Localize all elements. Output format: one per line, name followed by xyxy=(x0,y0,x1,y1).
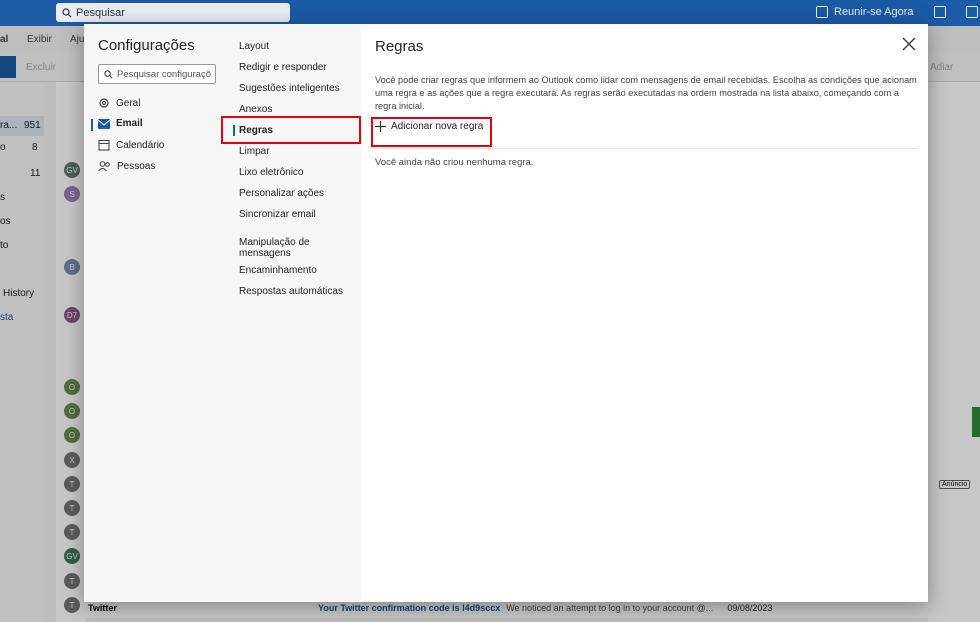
top-bar: Pesquisar Reunir-se Agora xyxy=(0,0,980,26)
category-label: Email xyxy=(116,118,143,129)
search-icon xyxy=(104,69,113,78)
subsection-attachments[interactable]: Anexos xyxy=(239,104,272,115)
settings-categories-pane: Configurações Pesquisar configuraçõ Gera… xyxy=(84,24,228,602)
global-search-box[interactable]: Pesquisar xyxy=(56,3,290,22)
selected-indicator xyxy=(91,119,93,131)
global-search-placeholder: Pesquisar xyxy=(76,6,125,19)
settings-subsections-pane: Layout Redigir e responder Sugestões int… xyxy=(228,24,361,602)
category-label: Geral xyxy=(116,97,141,109)
divider xyxy=(371,148,917,149)
highlight-box-rules xyxy=(221,116,361,144)
pane-title: Regras xyxy=(375,38,424,55)
meet-now-label: Reunir-se Agora xyxy=(834,6,914,18)
rules-pane: Regras Você pode criar regras que inform… xyxy=(361,24,928,602)
category-label: Pessoas xyxy=(117,160,156,172)
settings-search-placeholder: Pesquisar configuraçõ xyxy=(117,68,211,80)
subsection-automatic-replies[interactable]: Respostas automáticas xyxy=(239,286,343,297)
category-general[interactable]: Geral xyxy=(98,97,140,109)
category-email[interactable]: Email xyxy=(98,118,143,129)
settings-dialog: Configurações Pesquisar configuraçõ Gera… xyxy=(84,24,928,602)
subsection-customize-actions[interactable]: Personalizar ações xyxy=(239,188,324,199)
search-icon xyxy=(62,7,72,17)
subsection-forwarding[interactable]: Encaminhamento xyxy=(239,265,317,276)
mail-icon xyxy=(98,118,110,129)
settings-search-input[interactable]: Pesquisar configuraçõ xyxy=(98,64,216,84)
category-calendar[interactable]: Calendário xyxy=(98,139,164,151)
rules-description: Você pode criar regras que informem ao O… xyxy=(375,75,917,111)
subsection-sweep[interactable]: Limpar xyxy=(239,146,270,157)
subsection-compose-reply[interactable]: Redigir e responder xyxy=(239,62,327,73)
subsection-smart-suggestions[interactable]: Sugestões inteligentes xyxy=(239,83,340,94)
people-icon xyxy=(98,161,110,172)
settings-title: Configurações xyxy=(98,37,195,54)
no-rules-message: Você ainda não criou nenhuma regra. xyxy=(375,157,534,168)
teams-icon[interactable] xyxy=(933,6,946,18)
gear-icon xyxy=(99,98,109,108)
category-people[interactable]: Pessoas xyxy=(98,160,155,172)
subsection-message-handling[interactable]: Manipulação de mensagens xyxy=(239,237,361,259)
highlight-box-add-rule xyxy=(371,117,492,147)
calendar-icon xyxy=(98,139,110,151)
video-icon xyxy=(816,6,828,18)
office-icon[interactable] xyxy=(965,6,978,18)
meet-now-button[interactable]: Reunir-se Agora xyxy=(816,6,978,18)
subsection-layout[interactable]: Layout xyxy=(239,41,269,52)
category-label: Calendário xyxy=(116,139,165,151)
subsection-sync-email[interactable]: Sincronizar email xyxy=(239,209,316,220)
close-icon[interactable] xyxy=(902,34,916,57)
subsection-junk-email[interactable]: Lixo eletrônico xyxy=(239,167,303,178)
